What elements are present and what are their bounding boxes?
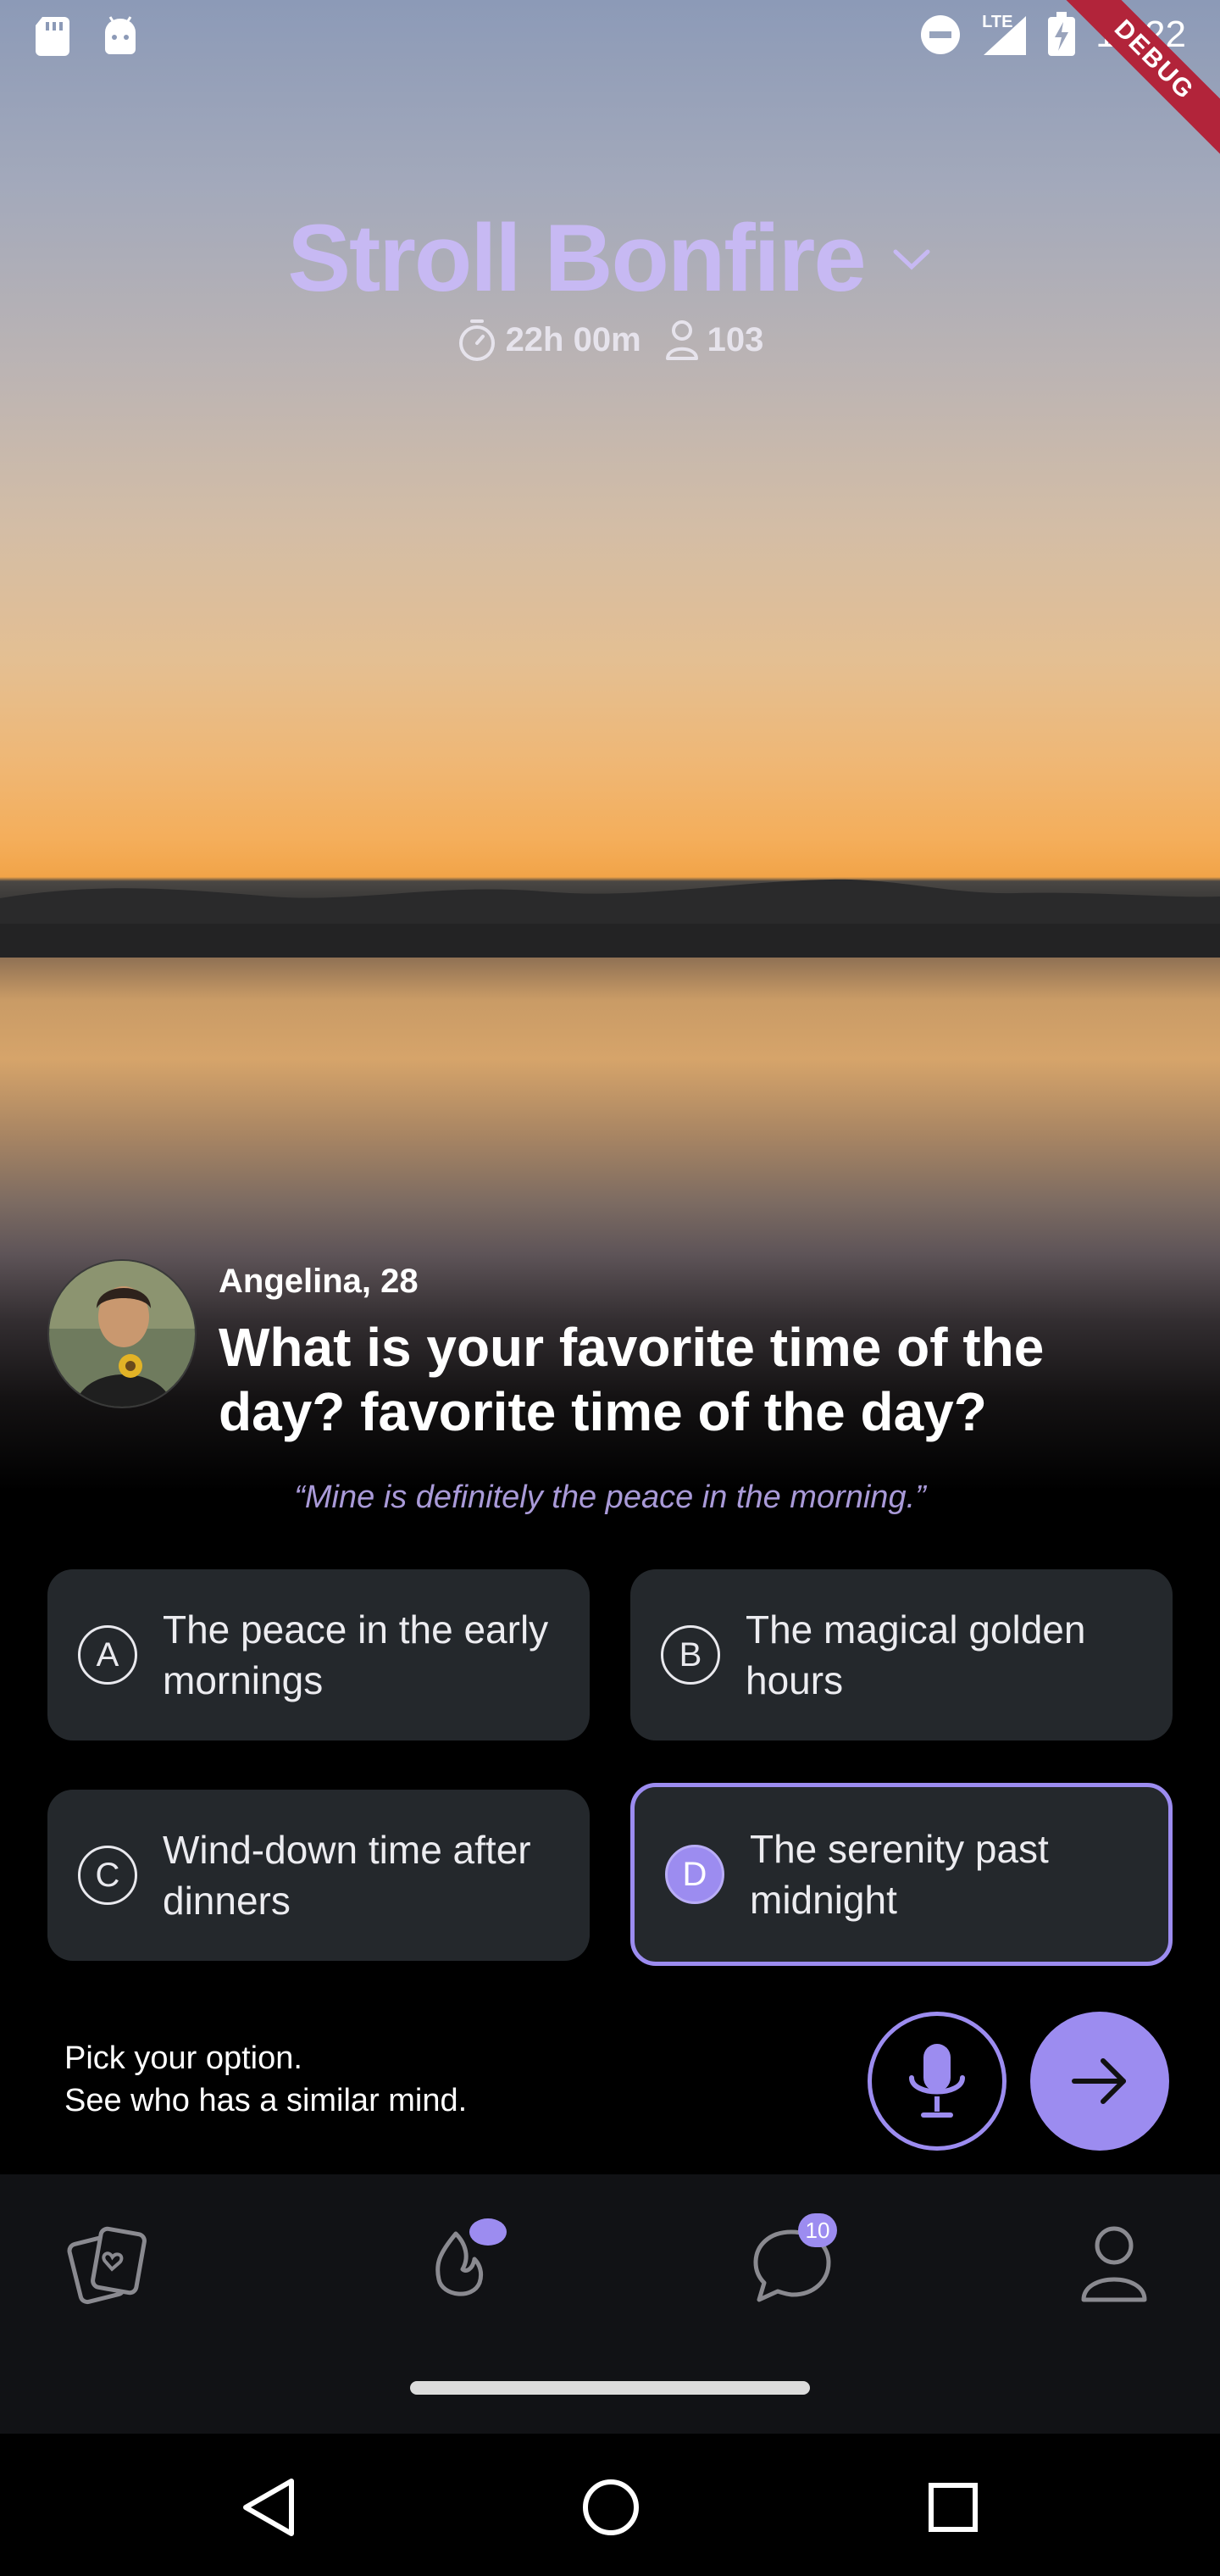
room-title: Stroll Bonfire (287, 205, 866, 311)
question-text: What is your favorite time of the day? f… (219, 1317, 1045, 1442)
cards-icon (67, 2226, 147, 2305)
participants: 103 (665, 319, 764, 361)
participants-count: 103 (707, 320, 764, 358)
timer-value: 22h 00m (505, 320, 641, 358)
room-selector[interactable]: Stroll Bonfire (287, 203, 932, 313)
user-icon (1081, 2226, 1147, 2302)
system-nav-bar (0, 2434, 1220, 2576)
battery-charging-icon (1048, 12, 1076, 56)
do-not-disturb-icon (921, 15, 961, 54)
bottom-nav: 10 (0, 2174, 1220, 2434)
home-circle-icon (583, 2479, 639, 2535)
home-indicator[interactable] (410, 2381, 810, 2395)
recents-button[interactable] (915, 2469, 991, 2545)
option-c[interactable]: C Wind-down time after dinners (47, 1790, 590, 1961)
option-b[interactable]: B The magical golden hours (630, 1569, 1173, 1740)
option-d[interactable]: D The serenity past midnight (630, 1783, 1173, 1966)
room-header: Stroll Bonfire 22h 00m 103 (0, 203, 1220, 362)
chat-badge: 10 (798, 2213, 837, 2247)
sd-card-icon (36, 17, 69, 56)
avatar[interactable] (47, 1259, 197, 1408)
signal-icon (984, 16, 1027, 55)
author-quote: “Mine is definitely the peace in the mor… (294, 1480, 926, 1515)
arrow-right-icon (1072, 2058, 1126, 2104)
nav-profile[interactable] (1059, 2208, 1169, 2318)
user-icon (665, 320, 698, 360)
option-text: Wind-down time after dinners (163, 1828, 531, 1923)
microphone-icon (909, 2044, 965, 2118)
voice-record-button[interactable] (868, 2012, 1006, 2151)
question-author: Angelina, 28 (219, 1263, 419, 1300)
stopwatch-icon (458, 319, 495, 361)
pick-option-hint: Pick your option. See who has a similar … (64, 2037, 467, 2122)
room-meta: 22h 00m 103 (0, 318, 1220, 362)
option-letter: A (78, 1625, 137, 1685)
back-button[interactable] (230, 2469, 307, 2545)
option-text: The magical golden hours (746, 1607, 1086, 1702)
option-text: The peace in the early mornings (163, 1607, 549, 1702)
option-a[interactable]: A The peace in the early mornings (47, 1569, 590, 1740)
option-letter: B (661, 1625, 720, 1685)
status-bar: LTE 11:22 DEBUG (0, 0, 1220, 164)
back-icon (243, 2479, 294, 2536)
android-icon (105, 16, 136, 54)
nav-bonfire[interactable] (405, 2208, 515, 2318)
avatar-photo (49, 1261, 195, 1407)
home-button[interactable] (573, 2469, 649, 2545)
chevron-down-icon[interactable] (890, 242, 933, 275)
hint-line-1: Pick your option. (64, 2040, 302, 2076)
flame-icon (435, 2218, 507, 2296)
timer: 22h 00m (457, 318, 641, 362)
next-button[interactable] (1030, 2012, 1169, 2151)
option-letter: C (78, 1846, 137, 1905)
option-text: The serenity past midnight (750, 1827, 1049, 1922)
nav-cards[interactable] (51, 2208, 161, 2318)
hills-silhouette (0, 879, 1220, 958)
hint-line-2: See who has a similar mind. (64, 2083, 468, 2118)
nav-chats[interactable]: 10 (737, 2208, 847, 2318)
recents-square-icon (929, 2483, 978, 2532)
option-letter: D (665, 1845, 724, 1904)
